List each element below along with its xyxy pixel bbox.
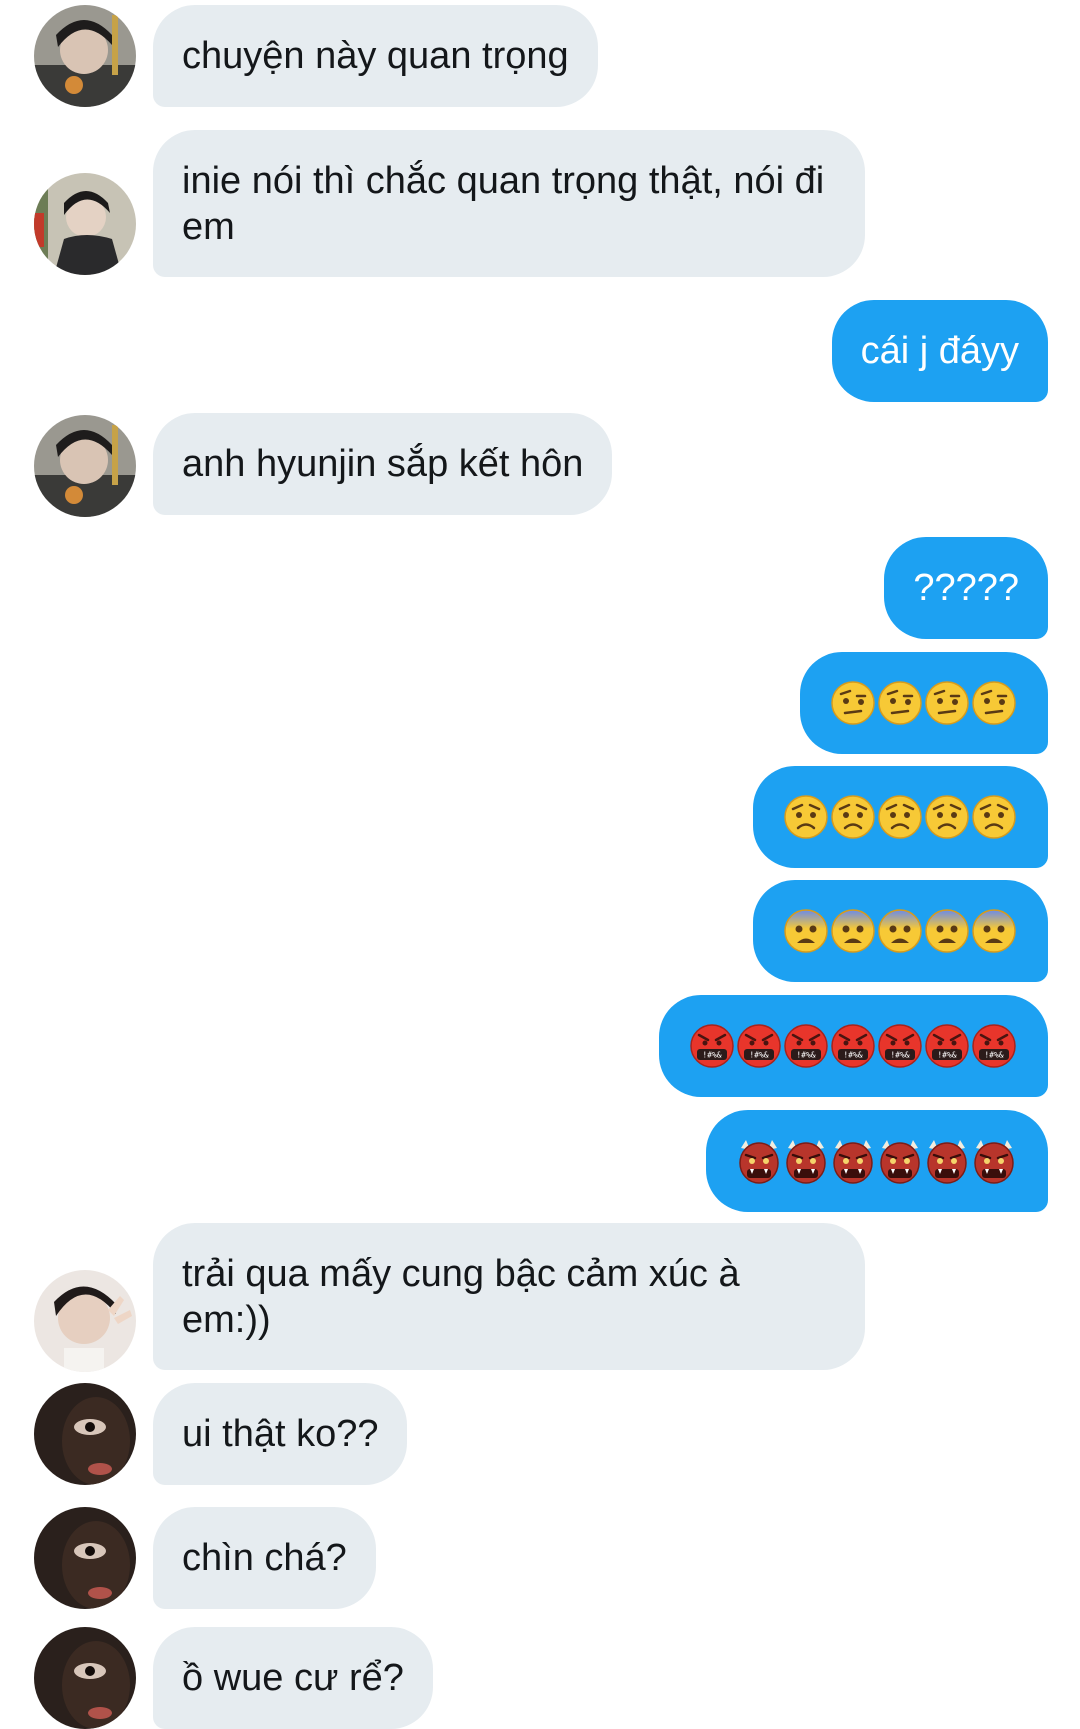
message-bubble-outgoing[interactable] [706,1110,1048,1212]
message-bubble-outgoing[interactable] [800,652,1048,754]
ogre-icon [739,1138,1015,1184]
message-bubble-incoming[interactable]: inie nói thì chắc quan trọng thật, nói đ… [153,130,865,277]
avatar-a[interactable] [34,5,136,107]
message-bubble-incoming[interactable]: chìn chá? [153,1507,376,1609]
svg-text:!#%&: !#%& [702,1051,721,1060]
message-bubble-incoming[interactable]: chuyện này quan trọng [153,5,598,107]
message-bubble-outgoing[interactable]: !#%& [659,995,1048,1097]
avatar-d[interactable] [34,1627,136,1729]
anxious-face-icon [784,909,1016,953]
raised-eyebrow-face-icon [831,680,1017,726]
face-with-symbols-on-mouth-icon: !#%& [690,1023,1017,1069]
message-bubble-incoming[interactable]: ồ wue cư rể? [153,1627,433,1729]
avatar-d[interactable] [34,1507,136,1609]
avatar-d[interactable] [34,1383,136,1485]
avatar-a[interactable] [34,415,136,517]
message-bubble-outgoing[interactable] [753,880,1048,982]
avatar-b[interactable] [34,173,136,275]
message-bubble-incoming[interactable]: ui thật ko?? [153,1383,408,1485]
avatar-c[interactable] [34,1270,136,1372]
message-bubble-outgoing[interactable] [753,766,1048,868]
message-bubble-outgoing[interactable]: cái j đáyy [831,300,1048,402]
worried-face-icon [784,794,1017,840]
message-bubble-incoming[interactable]: trải qua mấy cung bậc cảm xúc à em:)) [153,1223,865,1370]
message-bubble-outgoing[interactable]: ????? [884,537,1048,639]
message-bubble-incoming[interactable]: anh hyunjin sắp kết hôn [153,413,613,515]
